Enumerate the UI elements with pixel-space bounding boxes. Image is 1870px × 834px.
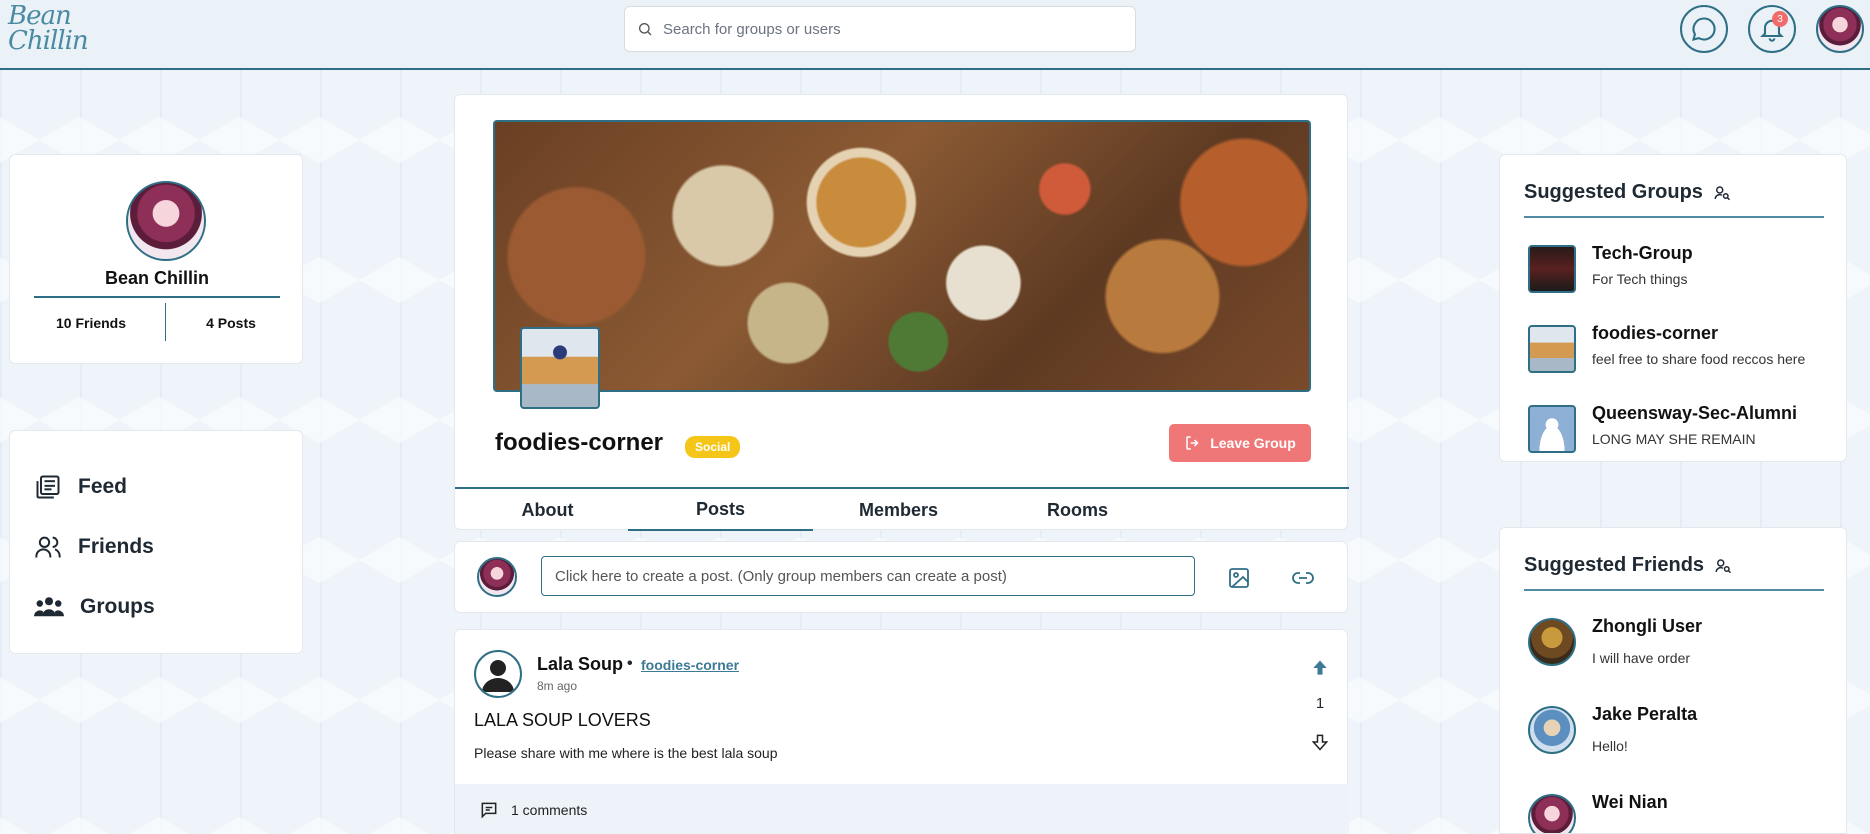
tab-about[interactable]: About bbox=[455, 489, 640, 531]
post-title[interactable]: LALA SOUP LOVERS bbox=[474, 710, 651, 731]
suggested-group-item[interactable]: foodies-corner feel free to share food r… bbox=[1528, 321, 1828, 377]
suggested-group-thumb bbox=[1528, 325, 1576, 373]
suggested-friends-header: Suggested Friends bbox=[1524, 554, 1824, 591]
tab-posts[interactable]: Posts bbox=[628, 489, 813, 531]
group-category-badge: Social bbox=[685, 436, 741, 458]
image-icon[interactable] bbox=[1227, 566, 1251, 590]
group-name: foodies-corner bbox=[495, 429, 664, 456]
suggested-friend-item[interactable]: Zhongli User I will have order bbox=[1528, 614, 1828, 670]
post-timestamp: 8m ago bbox=[537, 679, 578, 693]
suggested-friend-avatar bbox=[1528, 794, 1576, 833]
suggested-friends-title: Suggested Friends bbox=[1524, 554, 1705, 576]
search-icon bbox=[639, 23, 652, 36]
profile-name: Bean Chillin bbox=[104, 268, 209, 288]
post-card: Lala Soup • foodies-corner 8m ago LALA S… bbox=[454, 629, 1349, 834]
nav-label-feed: Feed bbox=[78, 475, 128, 498]
notification-badge: 3 bbox=[1772, 11, 1788, 27]
friends-count[interactable]: 10 Friends bbox=[26, 315, 156, 331]
link-icon[interactable] bbox=[1291, 566, 1315, 590]
suggested-friend-desc: I will have order bbox=[1592, 650, 1691, 666]
nav-item-groups[interactable]: Groups bbox=[34, 587, 284, 627]
suggested-group-desc: LONG MAY SHE REMAIN bbox=[1592, 431, 1756, 447]
create-post-card bbox=[454, 541, 1348, 613]
compose-avatar bbox=[477, 557, 517, 597]
suggested-friends-card: Suggested Friends Zhongli User I will ha… bbox=[1499, 527, 1847, 834]
suggested-groups-header: Suggested Groups bbox=[1524, 181, 1824, 218]
nav-label-groups: Groups bbox=[80, 595, 155, 618]
suggested-group-item[interactable]: Queensway-Sec-Alumni LONG MAY SHE REMAIN bbox=[1528, 401, 1828, 457]
top-bar: Bean Chillin 3 bbox=[0, 0, 1870, 70]
suggested-group-desc: For Tech things bbox=[1592, 271, 1688, 287]
suggested-group-name: Tech-Group bbox=[1592, 243, 1693, 263]
posts-count[interactable]: 4 Posts bbox=[166, 315, 296, 331]
leave-group-label: Leave Group bbox=[1210, 435, 1296, 451]
suggested-friend-name: Jake Peralta bbox=[1592, 704, 1698, 724]
profile-divider bbox=[34, 296, 280, 298]
search-input[interactable] bbox=[663, 20, 1103, 38]
messages-button[interactable] bbox=[1680, 5, 1728, 53]
suggested-friend-avatar bbox=[1528, 706, 1576, 754]
separator-dot: • bbox=[627, 655, 633, 672]
logout-icon bbox=[1186, 436, 1199, 450]
post-author-name[interactable]: Lala Soup bbox=[537, 654, 623, 675]
nav-item-feed[interactable]: Feed bbox=[34, 467, 284, 507]
notifications-button[interactable]: 3 bbox=[1748, 5, 1796, 53]
profile-card: Bean Chillin 10 Friends 4 Posts bbox=[9, 154, 303, 364]
suggested-group-name: foodies-corner bbox=[1592, 323, 1719, 343]
suggested-friend-item[interactable]: Jake Peralta Hello! bbox=[1528, 702, 1828, 758]
user-search-icon bbox=[1715, 558, 1732, 573]
create-post-input[interactable] bbox=[541, 556, 1195, 596]
suggested-friend-avatar bbox=[1528, 618, 1576, 666]
post-body: Please share with me where is the best l… bbox=[474, 745, 778, 761]
group-banner-image bbox=[493, 120, 1311, 392]
tab-rooms[interactable]: Rooms bbox=[985, 489, 1170, 531]
post-comments-bar[interactable]: 1 comments bbox=[455, 784, 1349, 834]
suggested-groups-card: Suggested Groups Tech-Group For Tech thi… bbox=[1499, 154, 1847, 462]
post-author-avatar[interactable] bbox=[474, 650, 522, 698]
downvote-icon[interactable] bbox=[1310, 732, 1330, 752]
comment-icon bbox=[481, 802, 497, 818]
nav-item-friends[interactable]: Friends bbox=[34, 527, 284, 567]
profile-avatar[interactable] bbox=[126, 181, 206, 261]
comments-count: 1 comments bbox=[511, 801, 588, 818]
nav-label-friends: Friends bbox=[78, 535, 154, 558]
suggested-friend-item[interactable]: Wei Nian bbox=[1528, 790, 1828, 833]
suggested-friend-desc: Hello! bbox=[1592, 738, 1628, 754]
users-icon bbox=[35, 536, 61, 558]
app-logo[interactable]: Bean Chillin bbox=[8, 3, 89, 64]
user-avatar[interactable] bbox=[1816, 5, 1864, 53]
suggested-groups-title: Suggested Groups bbox=[1524, 181, 1703, 203]
leave-group-button[interactable]: Leave Group bbox=[1169, 424, 1311, 462]
chat-bubble-icon bbox=[1692, 17, 1716, 41]
search-bar[interactable] bbox=[624, 6, 1136, 52]
suggested-group-name: Queensway-Sec-Alumni bbox=[1592, 403, 1798, 423]
tab-members[interactable]: Members bbox=[806, 489, 991, 531]
suggested-group-item[interactable]: Tech-Group For Tech things bbox=[1528, 241, 1828, 297]
feed-icon bbox=[36, 475, 60, 499]
user-search-icon bbox=[1714, 185, 1730, 200]
nav-card: Feed Friends Groups bbox=[9, 430, 303, 654]
user-silhouette-icon bbox=[482, 660, 514, 692]
suggested-group-desc: feel free to share food reccos here bbox=[1592, 351, 1806, 367]
group-header-card: foodies-corner Social Leave Group About … bbox=[454, 94, 1349, 531]
post-group-link[interactable]: foodies-corner bbox=[641, 657, 739, 673]
suggested-group-thumb bbox=[1528, 405, 1576, 453]
group-icon bbox=[34, 597, 64, 617]
suggested-group-thumb bbox=[1528, 245, 1576, 293]
upvote-icon[interactable] bbox=[1310, 658, 1330, 678]
suggested-friend-name: Wei Nian bbox=[1592, 792, 1668, 812]
vote-count: 1 bbox=[1315, 695, 1325, 712]
suggested-friend-name: Zhongli User bbox=[1592, 616, 1703, 636]
group-avatar-image bbox=[520, 327, 600, 409]
